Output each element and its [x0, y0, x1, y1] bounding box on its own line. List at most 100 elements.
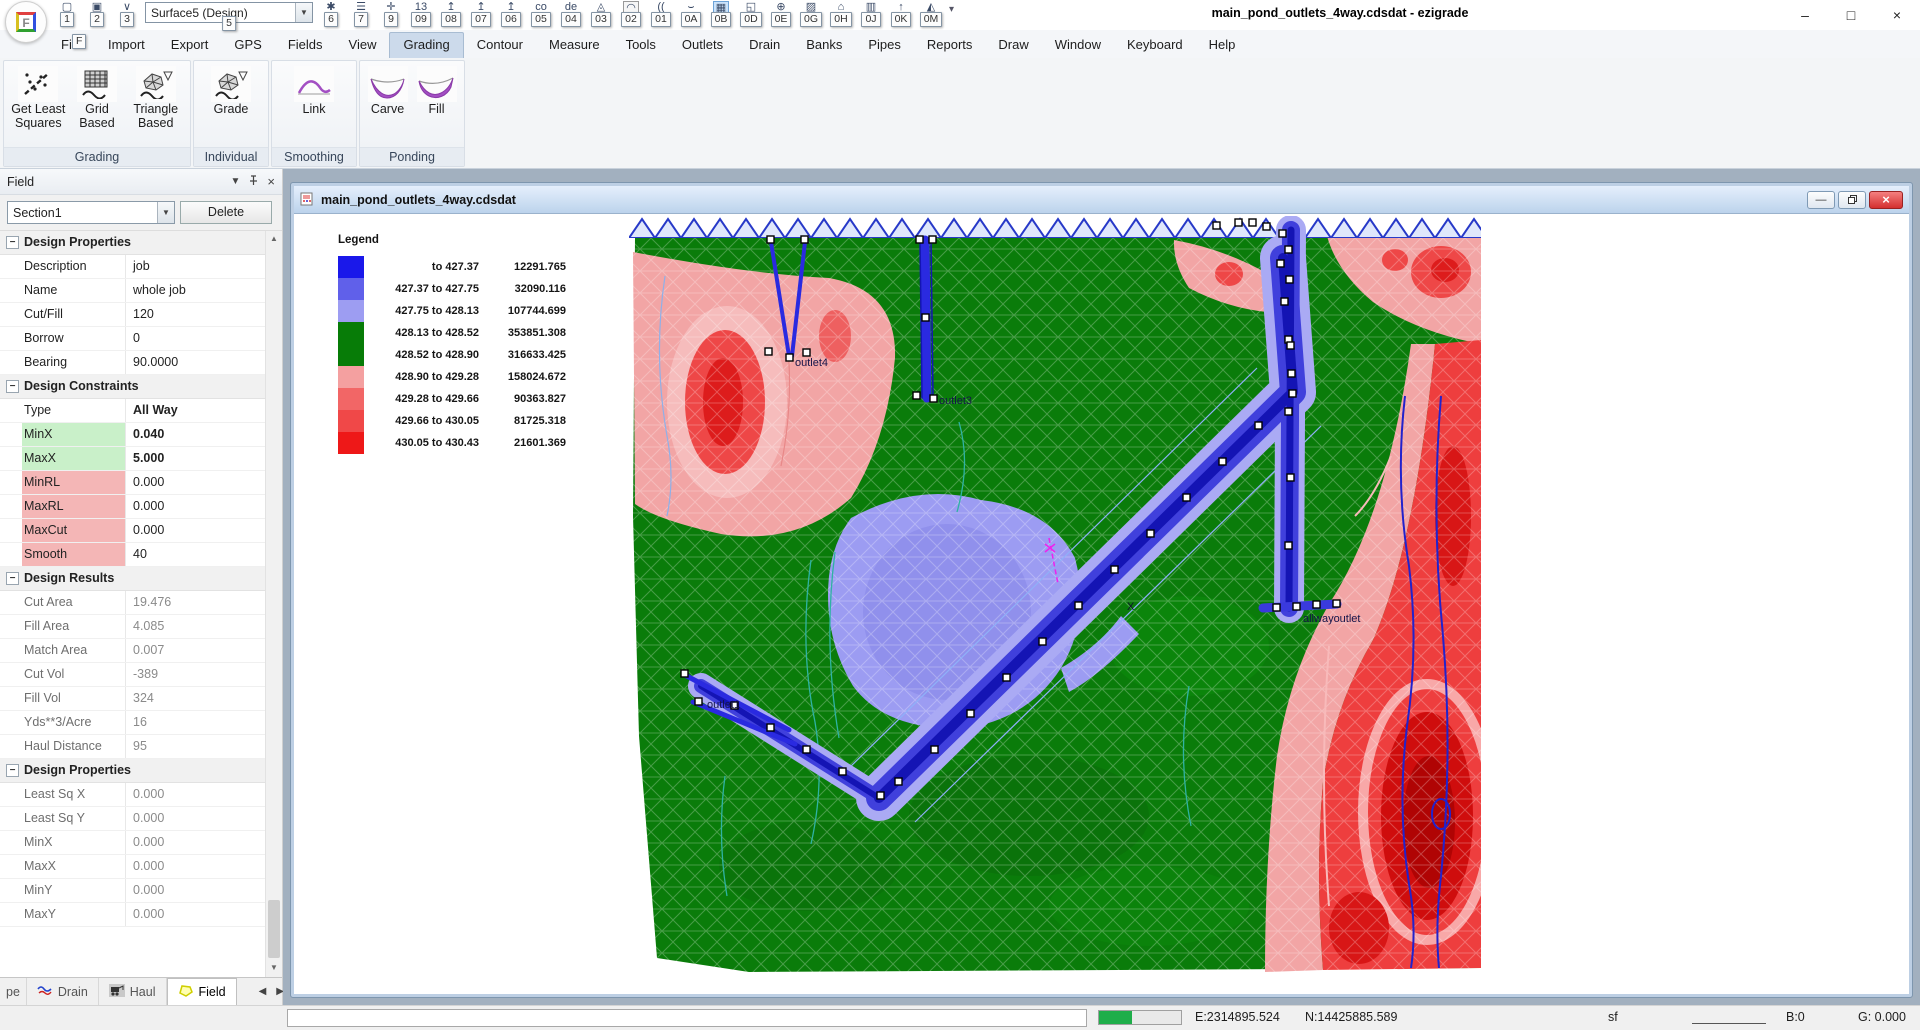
property-row[interactable]: Haul Distance 95 [0, 735, 265, 759]
property-value[interactable]: 0.007 [125, 639, 265, 662]
doc-restore-button[interactable] [1838, 191, 1866, 209]
property-row[interactable]: Fill Vol 324 [0, 687, 265, 711]
property-row[interactable]: Cut Vol -389 [0, 663, 265, 687]
menu-tab[interactable]: Measure [536, 33, 613, 58]
property-value[interactable]: 0.000 [125, 471, 265, 494]
grade-button[interactable]: Grade [197, 63, 265, 147]
collapse-icon[interactable] [6, 404, 19, 417]
property-value[interactable]: 0.000 [125, 495, 265, 518]
property-value[interactable] [131, 759, 265, 782]
menu-tab[interactable]: Export [158, 33, 222, 58]
property-row[interactable]: Name whole job [0, 279, 265, 303]
property-row[interactable]: − Design Properties [0, 759, 265, 783]
property-value[interactable]: 0.000 [125, 807, 265, 830]
property-value[interactable]: 0.000 [125, 783, 265, 806]
property-row[interactable]: MaxCut 0.000 [0, 519, 265, 543]
collapse-icon[interactable] [6, 812, 19, 825]
qat-button[interactable]: ✱ 6 [319, 1, 343, 27]
doc-close-button[interactable]: × [1869, 191, 1903, 209]
fill-button[interactable]: Fill [412, 63, 461, 147]
collapse-icon[interactable] [6, 716, 19, 729]
menu-tab[interactable]: Window [1042, 33, 1114, 58]
collapse-icon[interactable] [6, 740, 19, 753]
doc-minimize-button[interactable]: — [1807, 191, 1835, 209]
property-value[interactable]: 5.000 [125, 447, 265, 470]
property-value[interactable]: 0.040 [125, 423, 265, 446]
qat-button[interactable]: ▣ 2 [85, 1, 109, 27]
property-value[interactable]: 120 [125, 303, 265, 326]
qat-button[interactable]: ∨ 3 [115, 1, 139, 27]
menu-tab[interactable]: Outlets [669, 33, 736, 58]
qat-button[interactable]: ◱ 0D [739, 1, 763, 27]
qat-overflow-button[interactable]: ▾ [949, 4, 954, 15]
qat-button[interactable]: ▥ 0J [859, 1, 883, 27]
collapse-icon[interactable] [6, 908, 19, 921]
delete-button[interactable]: Delete [180, 201, 272, 224]
property-row[interactable]: Fill Area 4.085 [0, 615, 265, 639]
collapse-icon[interactable]: − [6, 764, 19, 777]
menu-tab[interactable]: View [336, 33, 390, 58]
property-value[interactable]: 19.476 [125, 591, 265, 614]
collapse-icon[interactable] [6, 596, 19, 609]
panel-scrollbar[interactable]: ▲ ▼ [265, 231, 282, 977]
qat-button[interactable]: ⌣ 0A [679, 1, 703, 27]
collapse-icon[interactable] [6, 860, 19, 873]
menu-tab[interactable]: Reports [914, 33, 986, 58]
qat-button[interactable]: ↥ 08 [439, 1, 463, 27]
qat-button[interactable]: ↥ 06 [499, 1, 523, 27]
property-row[interactable]: MaxX 5.000 [0, 447, 265, 471]
qat-button[interactable]: (( 01 [649, 1, 673, 27]
collapse-icon[interactable] [6, 644, 19, 657]
collapse-icon[interactable] [6, 884, 19, 897]
property-row[interactable]: − Design Constraints [0, 375, 265, 399]
qat-button[interactable]: ↥ 07 [469, 1, 493, 27]
property-row[interactable]: Description job [0, 255, 265, 279]
property-row[interactable]: MaxY 0.000 [0, 903, 265, 927]
collapse-icon[interactable] [6, 620, 19, 633]
qat-button[interactable]: co 05 [529, 1, 553, 27]
collapse-icon[interactable] [6, 524, 19, 537]
property-row[interactable]: MaxRL 0.000 [0, 495, 265, 519]
property-value[interactable]: 324 [125, 687, 265, 710]
property-value[interactable]: 90.0000 [125, 351, 265, 374]
property-value[interactable]: 95 [125, 735, 265, 758]
collapse-icon[interactable] [6, 284, 19, 297]
maximize-button[interactable]: □ [1828, 0, 1874, 29]
close-button[interactable]: × [1874, 0, 1920, 29]
menu-tab[interactable]: Import [95, 33, 158, 58]
menu-tab[interactable]: Contour [464, 33, 536, 58]
grid-based-button[interactable]: GridBased [70, 63, 125, 147]
collapse-icon[interactable] [6, 332, 19, 345]
chevron-down-icon[interactable]: ▼ [157, 202, 174, 223]
property-row[interactable]: MinX 0.000 [0, 831, 265, 855]
tab-haul[interactable]: Haul [99, 978, 167, 1005]
carve-button[interactable]: Carve [363, 63, 412, 147]
collapse-icon[interactable] [6, 260, 19, 273]
property-row[interactable]: Least Sq X 0.000 [0, 783, 265, 807]
panel-menu-icon[interactable]: ▼ [231, 177, 241, 187]
property-row[interactable]: − Design Properties [0, 231, 265, 255]
property-value[interactable]: job [125, 255, 265, 278]
property-value[interactable]: 0.000 [125, 831, 265, 854]
qat-button[interactable]: ◭ 0M [919, 1, 943, 27]
tab-scroll-left-icon[interactable]: ◀ [259, 986, 267, 997]
qat-button[interactable]: ☰ 7 [349, 1, 373, 27]
tab-pe[interactable]: pe [0, 978, 27, 1005]
surface-combo[interactable]: Surface5 (Design) ▼ 5 [145, 2, 313, 23]
scroll-up-icon[interactable]: ▲ [266, 231, 282, 248]
qat-button[interactable]: ◬ 03 [589, 1, 613, 27]
property-value[interactable]: 0.000 [125, 879, 265, 902]
property-row[interactable]: MinRL 0.000 [0, 471, 265, 495]
qat-button[interactable]: ▢ 1 [55, 1, 79, 27]
collapse-icon[interactable] [6, 428, 19, 441]
menu-tab[interactable]: Fields [275, 33, 336, 58]
qat-button[interactable]: ▦ 0B [709, 1, 733, 27]
tab-drain[interactable]: Drain [27, 978, 99, 1005]
property-row[interactable]: MinX 0.040 [0, 423, 265, 447]
collapse-icon[interactable]: − [6, 380, 19, 393]
property-row[interactable]: Cut/Fill 120 [0, 303, 265, 327]
qat-button[interactable]: ✛ 9 [379, 1, 403, 27]
close-icon[interactable]: × [267, 177, 275, 187]
property-row[interactable]: − Design Results [0, 567, 265, 591]
collapse-icon[interactable] [6, 548, 19, 561]
